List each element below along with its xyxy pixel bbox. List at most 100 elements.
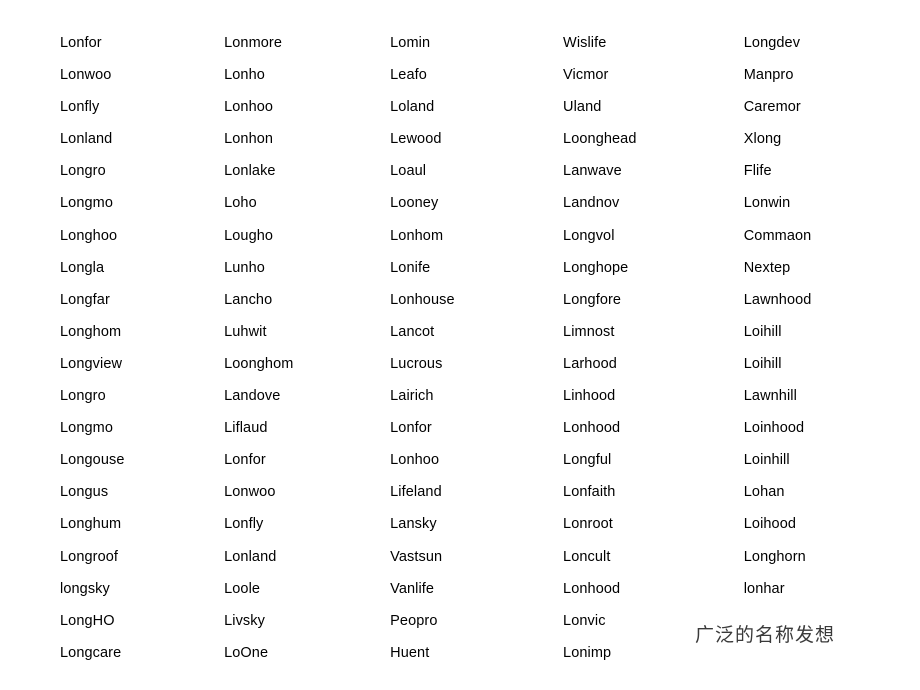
name-item: Lucrous xyxy=(390,355,443,372)
name-item: LoOne xyxy=(224,644,269,661)
name-item: Lonland xyxy=(60,131,113,148)
name-item: Longvol xyxy=(563,227,615,244)
name-item: Lonhood xyxy=(563,580,621,597)
name-item: Longful xyxy=(563,452,612,469)
name-item: Lunho xyxy=(224,259,265,276)
name-item: Lonfor xyxy=(60,35,102,51)
name-item: Lonwoo xyxy=(224,484,276,501)
name-item: Vicmor xyxy=(563,67,609,84)
name-item: Caremor xyxy=(743,99,801,116)
name-item: Longroof xyxy=(60,548,119,565)
name-item: Loole xyxy=(224,580,261,597)
name-item: Lonfly xyxy=(224,516,264,533)
name-item: Longus xyxy=(60,484,109,501)
name-item: Lonfor xyxy=(390,420,432,437)
name-item: Lougho xyxy=(224,227,274,244)
name-item: Lonho xyxy=(224,67,265,84)
name-item: Loaul xyxy=(390,163,427,180)
name-item: Lonlake xyxy=(224,163,276,180)
name-item: Loihood xyxy=(743,516,797,533)
name-list-sheet: Lonfor Lonwoo Lonfly Lonland Longro Long… xyxy=(0,0,920,690)
name-item: Loncult xyxy=(563,548,611,565)
name-grid: Lonfor Lonwoo Lonfly Lonland Longro Long… xyxy=(60,27,900,669)
name-item: Lonfor xyxy=(224,452,266,469)
name-item: Longro xyxy=(60,388,106,405)
name-item: Lonhouse xyxy=(390,291,455,308)
name-item: Lonland xyxy=(224,548,277,565)
name-item: Landove xyxy=(224,388,281,405)
name-item: Xlong xyxy=(743,131,782,148)
name-item: Luhwit xyxy=(224,323,267,340)
name-item: Limnost xyxy=(563,323,615,340)
name-item: Lonhon xyxy=(224,131,274,148)
name-item: Longhope xyxy=(563,259,629,276)
name-item: Longmo xyxy=(60,195,113,212)
name-item: Leafo xyxy=(390,67,427,84)
name-item: Larhood xyxy=(563,355,617,372)
name-item: Manpro xyxy=(743,67,794,84)
name-item: Lawnhood xyxy=(743,291,812,308)
name-item: Lanwave xyxy=(563,163,622,180)
name-item: Lonfaith xyxy=(563,484,616,501)
name-item: Loihill xyxy=(743,323,782,340)
name-item: Landnov xyxy=(563,195,620,212)
name-item: Longhorn xyxy=(743,548,806,565)
name-item: Lonfly xyxy=(60,99,100,116)
name-item: Longfar xyxy=(60,291,110,308)
name-item: Commaon xyxy=(743,227,812,244)
name-item: Wislife xyxy=(563,35,607,51)
name-item: Longdev xyxy=(743,35,801,51)
name-item: Longfore xyxy=(563,291,622,308)
name-item: Lonhom xyxy=(390,227,444,244)
name-item: Vanlife xyxy=(390,580,435,597)
name-item: Lairich xyxy=(390,388,434,405)
name-item: Longro xyxy=(60,163,106,180)
name-item: lonhar xyxy=(743,580,785,597)
watermark-text: 广泛的名称发想 xyxy=(695,625,836,646)
name-item: Nextep xyxy=(743,259,791,276)
name-item: Longhoo xyxy=(60,227,118,244)
name-item: Peopro xyxy=(390,612,438,629)
name-item: Lonhoo xyxy=(224,99,274,116)
name-item: Lonmore xyxy=(224,35,283,51)
name-item: Loland xyxy=(390,99,435,116)
name-item: Lonhoo xyxy=(390,452,440,469)
name-item: Vastsun xyxy=(390,548,443,565)
name-item: Longview xyxy=(60,355,123,372)
name-item: Longouse xyxy=(60,452,125,469)
name-column-3: Lomin Leafo Loland Lewood Loaul Looney L… xyxy=(390,27,563,669)
name-column-1: Lonfor Lonwoo Lonfly Lonland Longro Long… xyxy=(60,27,224,669)
name-item: Lancho xyxy=(224,291,273,308)
name-item: Loho xyxy=(224,195,257,212)
name-item: Linhood xyxy=(563,388,616,405)
name-column-5: Longdev Manpro Caremor Xlong Flife Lonwi… xyxy=(744,27,900,669)
name-item: Lohan xyxy=(743,484,785,501)
name-item: Longmo xyxy=(60,420,113,437)
name-item: Lonroot xyxy=(563,516,613,533)
name-item: Lomin xyxy=(390,35,431,51)
name-column-2: Lonmore Lonho Lonhoo Lonhon Lonlake Loho… xyxy=(224,27,390,669)
name-item: longsky xyxy=(60,580,110,597)
name-item: Loonghom xyxy=(224,355,294,372)
name-item: Loinhood xyxy=(743,420,805,437)
name-item: Lonwin xyxy=(743,195,791,212)
name-item: Lancot xyxy=(390,323,435,340)
name-item: Flife xyxy=(743,163,772,180)
name-item: Loinhill xyxy=(743,452,790,469)
name-item: Lonwoo xyxy=(60,67,112,84)
name-column-4: Wislife Vicmor Uland Loonghead Lanwave L… xyxy=(563,27,744,669)
name-item: Longhom xyxy=(60,323,122,340)
name-item: Longcare xyxy=(60,644,122,661)
name-item: Loihill xyxy=(743,355,782,372)
name-item: Looney xyxy=(390,195,439,212)
name-item: Lifeland xyxy=(390,484,442,501)
name-item: Lansky xyxy=(390,516,437,533)
name-item: Longhum xyxy=(60,516,122,533)
name-item: Loonghead xyxy=(563,131,637,148)
name-item: Lawnhill xyxy=(743,388,797,405)
name-item: Liflaud xyxy=(224,420,268,437)
name-item: Lewood xyxy=(390,131,442,148)
name-item: Huent xyxy=(390,644,430,661)
name-item: Lonhood xyxy=(563,420,621,437)
name-item: Livsky xyxy=(224,612,265,629)
